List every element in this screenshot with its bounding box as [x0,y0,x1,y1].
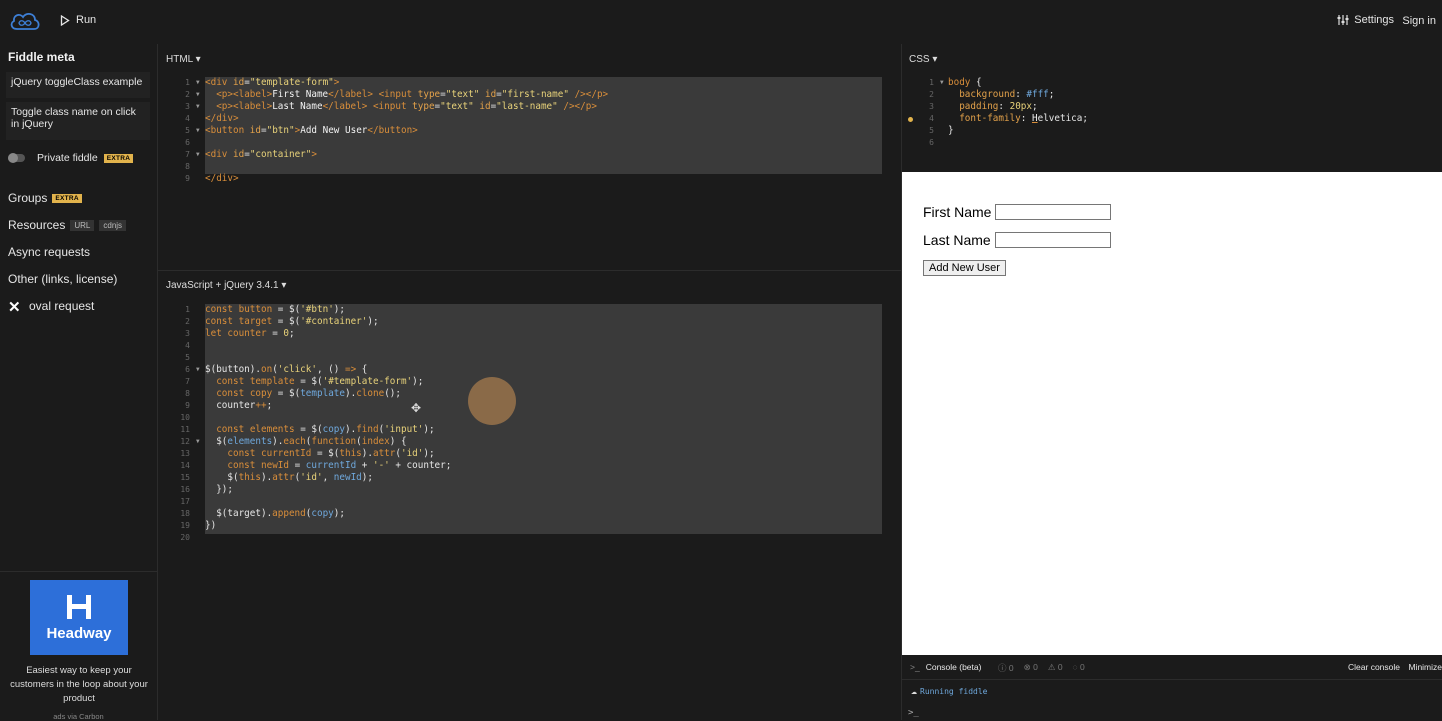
run-label: Run [76,14,97,26]
line-number: 16 [180,485,190,494]
line-number: 3 [929,102,934,111]
preview-add-user-button[interactable]: Add New User [923,260,1006,276]
sign-in-link[interactable]: Sign in [1402,15,1436,27]
groups-label: Groups [8,191,48,205]
private-fiddle-label: Private fiddle [37,152,98,164]
settings-label: Settings [1354,14,1394,26]
line-number: 20 [180,533,190,542]
sidebar-item-async-requests[interactable]: Async requests [8,245,90,259]
fiddle-description-input[interactable]: Toggle class name on click in jQuery [6,102,150,140]
sliders-icon [1337,15,1349,25]
css-pane-label[interactable]: CSS ▾ [909,54,937,65]
carbon-ad: Headway Easiest way to keep your custome… [0,571,157,721]
sidebar-item-removal-request[interactable]: oval request [29,299,94,313]
top-bar: Run Settings Sign in [0,0,1442,44]
line-number: 4 [929,114,934,123]
line-number: 3 [185,102,190,111]
warning-count: ⚠ 0 [1047,662,1063,672]
line-number: 18 [180,509,190,518]
console-title[interactable]: >_ Console (beta) [910,662,981,672]
line-number: 3 [185,329,190,338]
line-number: 8 [185,389,190,398]
fiddle-meta-title: Fiddle meta [8,50,75,64]
line-number: 2 [929,90,934,99]
info-count: ⓘ 0 [998,663,1014,673]
line-number: 14 [180,461,190,470]
sidebar-item-other[interactable]: Other (links, license) [8,272,117,286]
headway-logo-icon [67,595,91,619]
js-pane-label[interactable]: JavaScript + jQuery 3.4.1 ▾ [166,280,286,291]
ad-brand: Headway [46,625,112,642]
line-number: 11 [180,425,190,434]
result-preview: First Name Last Name Add New User [902,172,1442,655]
html-pane-label[interactable]: HTML ▾ [166,54,201,65]
close-icon[interactable]: ✕ [8,298,21,316]
preview-first-name-input[interactable] [995,204,1112,220]
line-number: 4 [185,114,190,123]
console-input[interactable]: >_ [908,708,919,718]
resources-url-tag[interactable]: URL [70,219,95,231]
line-number: 1 [185,305,190,314]
line-number: 5 [185,126,190,135]
line-number: 9 [185,401,190,410]
resources-label: Resources [8,218,66,232]
jsfiddle-logo-icon[interactable] [8,9,42,33]
cloud-icon: ☁ [911,686,918,697]
move-cursor-icon: ✥ [411,401,422,415]
preview-last-name-label: Last Name [923,232,991,248]
line-number: 7 [185,150,190,159]
private-fiddle-toggle[interactable] [8,153,25,163]
ad-text[interactable]: Easiest way to keep your customers in th… [4,664,154,706]
extra-badge: EXTRA [103,153,134,163]
console-counts: ⓘ 0 ⊗ 0 ⚠ 0 ◌ 0 [998,662,1085,674]
line-number: 6 [185,138,190,147]
preview-first-name-label: First Name [923,204,992,220]
log-count: ◌ 0 [1072,662,1085,672]
line-number: 2 [185,90,190,99]
sidebar: Fiddle meta jQuery toggleClass example T… [0,44,158,721]
preview-last-name-row: Last Name [923,232,1111,248]
resources-cdnjs-tag[interactable]: cdnjs [99,219,127,231]
fiddle-title-input[interactable]: jQuery toggleClass example [6,72,150,98]
clear-console-button[interactable]: Clear console [1348,662,1400,672]
sidebar-item-resources[interactable]: Resources URL cdnjs [8,218,127,232]
console-bar: >_ Console (beta) ⓘ 0 ⊗ 0 ⚠ 0 ◌ 0 Clear … [902,655,1442,680]
line-number: 1 [929,78,934,87]
line-number: 19 [180,521,190,530]
console-message-text: Running fiddle [920,687,988,696]
line-number: 13 [180,449,190,458]
console-message: ☁ Running fiddle [911,686,987,697]
pane-divider[interactable] [158,270,901,271]
line-number: 17 [180,497,190,506]
sidebar-item-groups[interactable]: Groups EXTRA [8,191,82,205]
play-icon [60,14,70,26]
preview-first-name-row: First Name [923,204,1112,220]
minimize-console-button[interactable]: Minimize [1408,662,1442,672]
cursor-highlight [468,377,516,425]
line-number: 9 [185,174,190,183]
js-selection [205,304,882,534]
line-number: 8 [185,162,190,171]
line-number: 12 [180,437,190,446]
line-number: 2 [185,317,190,326]
console-title-label: Console (beta) [925,662,982,672]
line-number: 7 [185,377,190,386]
line-number: 1 [185,78,190,87]
warning-dot-icon[interactable] [908,117,913,122]
line-number: 5 [929,126,934,135]
line-number: 5 [185,353,190,362]
error-count: ⊗ 0 [1023,662,1038,672]
settings-button[interactable]: Settings [1337,14,1394,26]
line-number: 10 [180,413,190,422]
headway-ad-image[interactable]: Headway [30,580,128,655]
private-fiddle-row[interactable]: Private fiddle EXTRA [8,152,134,164]
extra-badge: EXTRA [52,193,82,203]
line-number: 6 [185,365,190,374]
line-number: 6 [929,138,934,147]
terminal-icon: >_ [910,662,920,672]
run-button[interactable]: Run [60,14,96,26]
line-number: 15 [180,473,190,482]
line-number: 4 [185,341,190,350]
preview-last-name-input[interactable] [994,232,1111,248]
